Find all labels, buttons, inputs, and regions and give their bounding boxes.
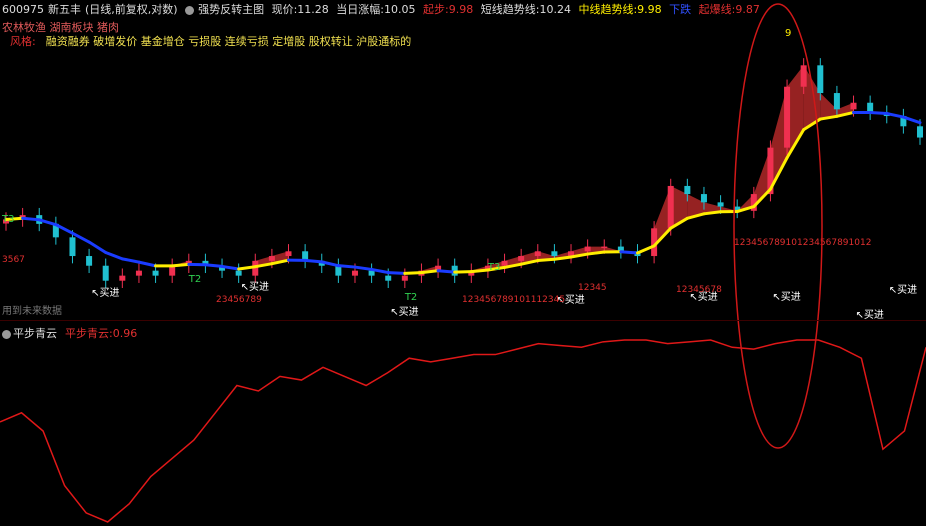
sub-indicator-header: 平步青云 平步青云:0.96 (2, 325, 137, 341)
trend-line-segment (536, 257, 556, 263)
candle-body (584, 246, 591, 252)
candle-body (86, 256, 93, 266)
count-label: 123456789101112345 (462, 295, 565, 305)
trend-line-segment (104, 250, 124, 261)
nine-label: 9 (785, 28, 791, 39)
candle-body (917, 126, 923, 138)
candle-body (784, 86, 791, 148)
trend-line-segment (120, 257, 141, 264)
trend-line-segment (336, 264, 357, 269)
t2-label: T2 (404, 292, 417, 303)
count-label: 12345 (578, 283, 607, 293)
candle-body (534, 251, 541, 257)
sub-value-label: 平步青云: (65, 327, 113, 340)
buy-signal-label: ↖买进 (241, 281, 269, 293)
buy-signal-label: ↖买进 (91, 287, 119, 299)
candle-body (385, 275, 392, 281)
t2-label: T2 (188, 274, 201, 285)
buy-signal-label: ↖买进 (390, 306, 418, 318)
count-label: 123456789101234567891012 (734, 238, 871, 248)
trend-line-segment (87, 240, 108, 254)
trend-line-segment (419, 269, 440, 275)
trend-line-segment (203, 263, 224, 268)
trend-line-segment (170, 262, 191, 268)
t3-label: T3 (1, 214, 14, 225)
candle-body (700, 194, 707, 203)
candle-body (351, 270, 358, 276)
candle-body (401, 275, 408, 281)
candle-body (268, 256, 275, 261)
trend-line-segment (619, 250, 639, 255)
candle-body (119, 275, 126, 281)
count-label: 12345678 (676, 285, 722, 295)
candle-body (152, 270, 159, 276)
candle-body (850, 102, 857, 110)
candle-body (800, 65, 807, 87)
trend-line-segment (353, 265, 374, 271)
trend-line-segment (137, 260, 158, 268)
candle-body (285, 251, 292, 257)
panel-divider (0, 320, 926, 321)
sub-value: 0.96 (112, 327, 138, 340)
t3-label: T3 (487, 262, 500, 273)
trend-line-segment (436, 269, 457, 274)
candle-body (833, 93, 840, 110)
buy-signal-label: ↖买进 (889, 284, 917, 296)
sub-indicator-line (0, 339, 926, 523)
candle-body (368, 270, 375, 276)
count-label: 3567 (2, 255, 25, 265)
candle-body (69, 237, 76, 257)
candle-body (551, 251, 558, 257)
candle-body (102, 265, 109, 281)
candle-body (717, 202, 724, 207)
highlight-circle (733, 3, 823, 449)
sub-name: 平步青云 (13, 327, 57, 340)
trend-line-segment (586, 250, 606, 256)
candle-body (135, 270, 142, 276)
main-chart[interactable]: ↖买进↖买进↖买进↖买进 ↖买进 ↖买进↖买进↖买进T3T2T3T293567234… (0, 0, 926, 526)
candle-body (235, 270, 242, 276)
trend-line-segment (469, 268, 490, 274)
candle-body (684, 185, 691, 195)
candle-body (501, 260, 508, 266)
trend-line-segment (386, 271, 407, 275)
trend-line-segment (403, 271, 423, 275)
trend-line-segment (21, 216, 41, 222)
buy-signal-label: ↖买进 (772, 291, 800, 303)
candle-body (601, 246, 608, 249)
trend-line-segment (885, 112, 905, 119)
sub-settings-icon[interactable] (2, 329, 11, 339)
trend-line-segment (702, 210, 723, 216)
count-label: 23456789 (216, 295, 262, 305)
candle-body (667, 185, 674, 229)
trend-line-segment (303, 258, 324, 264)
trend-line-segment (868, 111, 889, 116)
candle-body (817, 65, 824, 94)
future-data-hint: 用到未来数据 (2, 306, 62, 317)
candle-body (518, 256, 525, 261)
